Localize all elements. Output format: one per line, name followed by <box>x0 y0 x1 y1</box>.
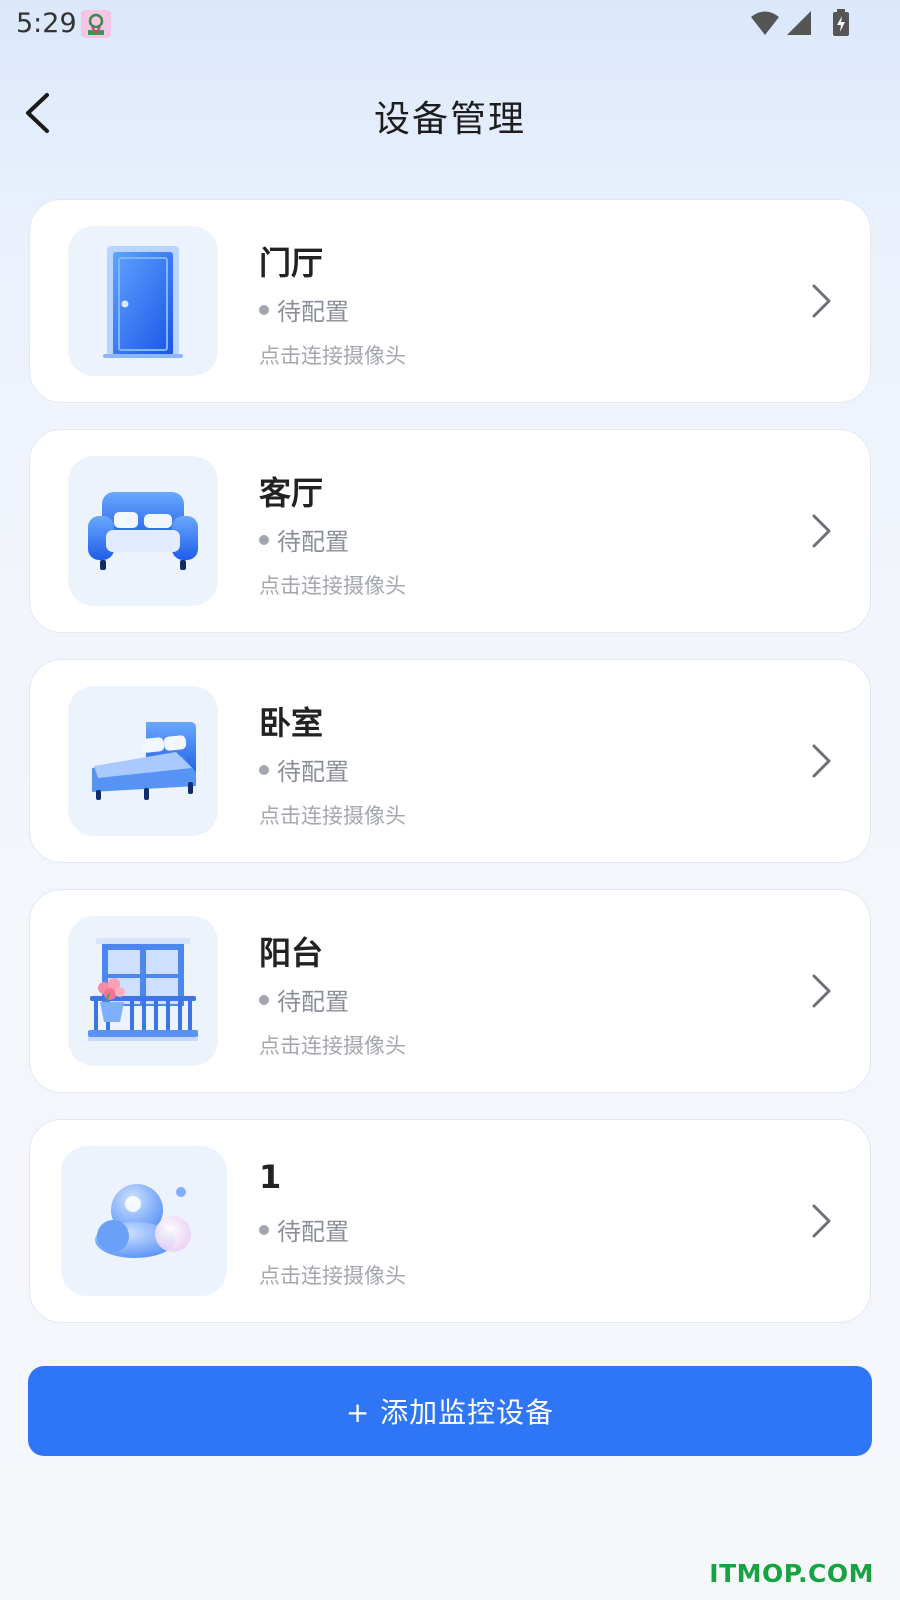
status-dot <box>259 304 269 315</box>
chevron-right-icon <box>812 514 831 548</box>
device-card[interactable]: 1 待配置 点击连接摄像头 <box>29 1119 871 1323</box>
chevron-right-icon <box>812 284 831 318</box>
bed-icon <box>92 722 196 800</box>
status-dot <box>259 1224 269 1235</box>
nav-bar: 设备管理 <box>0 70 900 156</box>
device-thumbnail <box>68 916 218 1066</box>
status-dot <box>259 994 269 1005</box>
device-card[interactable]: 门厅 待配置 点击连接摄像头 <box>29 199 871 403</box>
signal-icon <box>786 10 812 36</box>
wifi-icon <box>750 10 780 36</box>
add-device-button[interactable]: + 添加监控设备 <box>28 1366 872 1456</box>
device-list: 门厅 待配置 点击连接摄像头 客厅 待配置 点击连接摄像头 卧室 待配置 点击连… <box>29 199 871 1349</box>
device-name: 阳台 <box>259 934 324 972</box>
device-status: 待配置 <box>259 522 349 557</box>
device-status: 待配置 <box>259 982 349 1017</box>
device-status-label: 待配置 <box>277 528 349 556</box>
chevron-right-icon <box>812 974 831 1008</box>
status-icons <box>750 9 850 37</box>
device-thumbnail <box>68 686 218 836</box>
status-dot <box>259 534 269 545</box>
device-status: 待配置 <box>259 752 349 787</box>
device-card[interactable]: 客厅 待配置 点击连接摄像头 <box>29 429 871 633</box>
chevron-right-icon <box>812 744 831 778</box>
balcony-icon <box>88 938 198 1041</box>
device-status: 待配置 <box>259 292 349 327</box>
device-card[interactable]: 卧室 待配置 点击连接摄像头 <box>29 659 871 863</box>
device-status-label: 待配置 <box>277 988 349 1016</box>
device-hint: 点击连接摄像头 <box>259 344 406 368</box>
sofa-icon <box>88 492 198 570</box>
status-time: 5:29 <box>16 8 77 39</box>
door-icon <box>103 246 183 358</box>
device-name: 1 <box>259 1158 282 1196</box>
status-dot <box>259 764 269 775</box>
device-status-label: 待配置 <box>277 758 349 786</box>
device-name: 门厅 <box>259 244 324 282</box>
app-notification-icon <box>80 9 112 39</box>
device-status-label: 待配置 <box>277 1218 349 1246</box>
chevron-right-icon <box>812 1204 831 1238</box>
device-card[interactable]: 阳台 待配置 点击连接摄像头 <box>29 889 871 1093</box>
device-status: 待配置 <box>259 1212 349 1247</box>
device-hint: 点击连接摄像头 <box>259 1034 406 1058</box>
device-thumbnail <box>68 456 218 606</box>
battery-charging-icon <box>832 9 850 37</box>
device-hint: 点击连接摄像头 <box>259 574 406 598</box>
device-name: 卧室 <box>259 704 324 742</box>
page-title: 设备管理 <box>373 99 526 140</box>
status-bar: 5:29 <box>0 0 900 50</box>
device-thumbnail <box>68 226 218 376</box>
device-name: 客厅 <box>259 474 324 512</box>
device-hint: 点击连接摄像头 <box>259 804 406 828</box>
device-thumbnail <box>61 1146 227 1296</box>
device-status-label: 待配置 <box>277 298 349 326</box>
cloud-icon <box>95 1184 191 1258</box>
watermark: ITMOP.COM <box>709 1559 874 1588</box>
device-hint: 点击连接摄像头 <box>259 1264 406 1288</box>
